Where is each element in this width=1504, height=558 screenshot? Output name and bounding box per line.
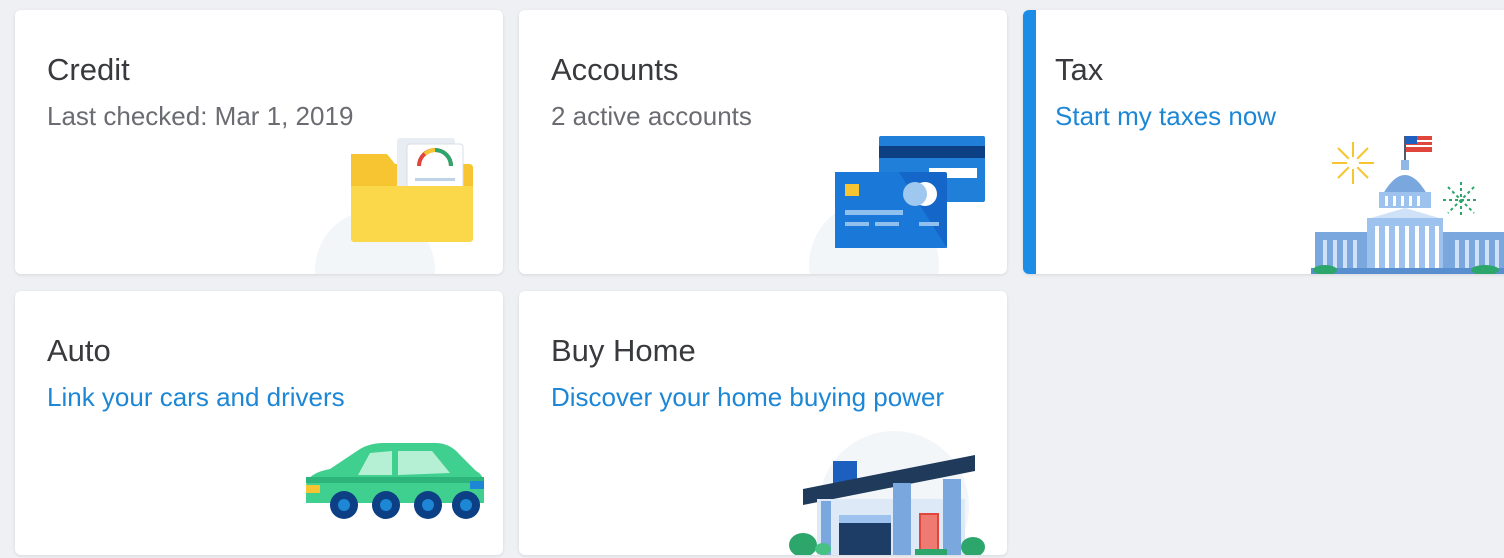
buy-home-card-tile[interactable]: Buy Home Discover your home buying power <box>519 291 1007 555</box>
tax-card-tile[interactable]: Tax Start my taxes now <box>1023 10 1504 274</box>
credit-report-folder-icon <box>351 138 473 242</box>
house-icon <box>789 455 985 555</box>
auto-title: Auto <box>47 333 111 368</box>
auto-card-tile[interactable]: Auto Link your cars and drivers <box>15 291 503 555</box>
buy-home-title: Buy Home <box>551 333 696 368</box>
credit-cards-icon <box>835 136 985 248</box>
capitol-building-icon <box>1311 136 1504 274</box>
link-cars-link[interactable]: Link your cars and drivers <box>47 379 447 415</box>
credit-title: Credit <box>47 52 130 87</box>
accounts-title: Accounts <box>551 52 679 87</box>
home-buying-power-link[interactable]: Discover your home buying power <box>551 379 951 415</box>
credit-subtitle: Last checked: Mar 1, 2019 <box>47 101 354 131</box>
accounts-subtitle: 2 active accounts <box>551 101 752 131</box>
credit-card-tile[interactable]: Credit Last checked: Mar 1, 2019 <box>15 10 503 274</box>
tax-title: Tax <box>1055 52 1104 87</box>
active-accent-bar <box>1023 10 1036 274</box>
car-icon <box>306 443 484 519</box>
start-taxes-link[interactable]: Start my taxes now <box>1055 98 1455 134</box>
accounts-card-tile[interactable]: Accounts 2 active accounts <box>519 10 1007 274</box>
